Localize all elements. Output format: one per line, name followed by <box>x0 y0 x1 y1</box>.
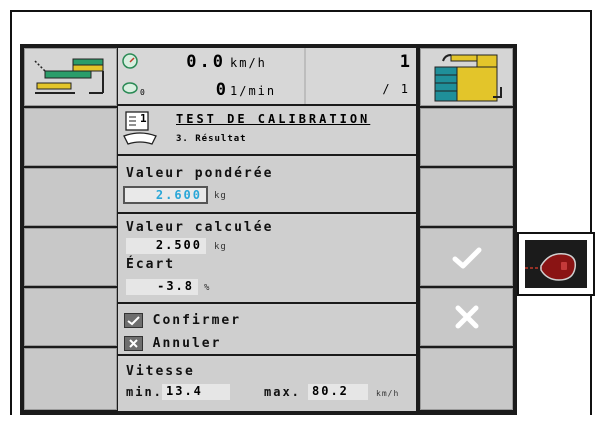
left-softkey-6[interactable] <box>24 348 117 410</box>
speed-max-label: max. <box>264 385 301 399</box>
left-softkey-5[interactable] <box>24 288 117 346</box>
controller-panel <box>525 240 587 288</box>
weighted-value-input[interactable]: 2.600 <box>123 186 208 204</box>
left-softkey-2[interactable] <box>24 108 117 166</box>
speed-range-unit: km/h <box>376 389 400 398</box>
cancel-label: Annuler <box>152 336 222 351</box>
rpm-icon-subscript: 0 <box>140 88 145 97</box>
external-controller-callout <box>517 232 595 296</box>
calculated-value-label: Valeur calculée <box>126 220 274 235</box>
weighted-value-section: Valeur pondérée 2.600 kg <box>118 158 416 214</box>
cancel-x-icon <box>124 336 143 351</box>
deviation-unit: % <box>204 283 211 293</box>
dialog-step: 3. Résultat <box>176 134 247 144</box>
deviation-label: Écart <box>126 257 176 272</box>
right-softkey-6[interactable] <box>420 348 513 410</box>
speed-max-value: 80.2 <box>308 384 368 400</box>
confirm-softkey[interactable] <box>420 228 513 286</box>
right-softkey-3[interactable] <box>420 168 513 226</box>
implement-layout-icon <box>34 58 104 94</box>
confirm-label: Confirmer <box>152 313 242 328</box>
calculated-value: 2.500 <box>126 238 206 254</box>
page-number: 1 <box>399 52 410 72</box>
implement-swap-button[interactable] <box>420 48 513 106</box>
terminal-screen: 0.0 km/h 0 0 1/min 1 / 1 1 TEST DE CALIB… <box>20 44 517 415</box>
close-icon <box>455 305 479 329</box>
dialog-title-section: 1 TEST DE CALIBRATION 3. Résultat <box>118 106 416 156</box>
cancel-option[interactable]: Annuler <box>124 333 221 351</box>
weighted-value-label: Valeur pondérée <box>126 166 274 181</box>
speedometer-icon <box>122 53 138 69</box>
checkmark-icon <box>124 313 143 328</box>
cancel-softkey[interactable] <box>420 288 513 346</box>
calculated-value-unit: kg <box>214 242 227 252</box>
confirm-cancel-section: Confirmer Annuler <box>118 306 416 356</box>
pto-icon <box>122 82 138 94</box>
header-divider <box>304 48 306 104</box>
weighted-value-text: 2.600 <box>155 188 202 202</box>
left-softkey-4[interactable] <box>24 228 117 286</box>
implement-layout-button[interactable] <box>24 48 117 106</box>
status-header: 0.0 km/h 0 0 1/min 1 / 1 <box>118 48 416 104</box>
confirm-option[interactable]: Confirmer <box>124 310 241 328</box>
speed-range-label: Vitesse <box>126 364 195 379</box>
left-softkey-3[interactable] <box>24 168 117 226</box>
calculated-value-section: Valeur calculée 2.500 kg Écart -3.8 % <box>118 216 416 304</box>
speed-range-section: Vitesse min. 13.4 max. 80.2 km/h <box>118 358 416 411</box>
speed-min-label: min. <box>126 385 163 399</box>
implement-swap-icon <box>434 54 502 102</box>
right-softkey-2[interactable] <box>420 108 513 166</box>
rpm-unit: 1/min <box>230 84 277 98</box>
dialog-icon-number: 1 <box>140 112 147 125</box>
dialog-title: TEST DE CALIBRATION <box>176 112 371 126</box>
speed-value: 0.0 <box>186 52 226 72</box>
checkmark-icon <box>452 247 482 269</box>
rpm-value: 0 <box>215 80 226 100</box>
weighted-value-unit: kg <box>214 191 227 201</box>
hand-controller-icon <box>525 253 577 281</box>
speed-unit: km/h <box>230 56 267 70</box>
page-total: / 1 <box>382 82 410 96</box>
deviation-value: -3.8 <box>126 279 198 295</box>
calibration-dialog: 1 TEST DE CALIBRATION 3. Résultat Valeur… <box>118 106 416 411</box>
speed-min-value: 13.4 <box>162 384 230 400</box>
